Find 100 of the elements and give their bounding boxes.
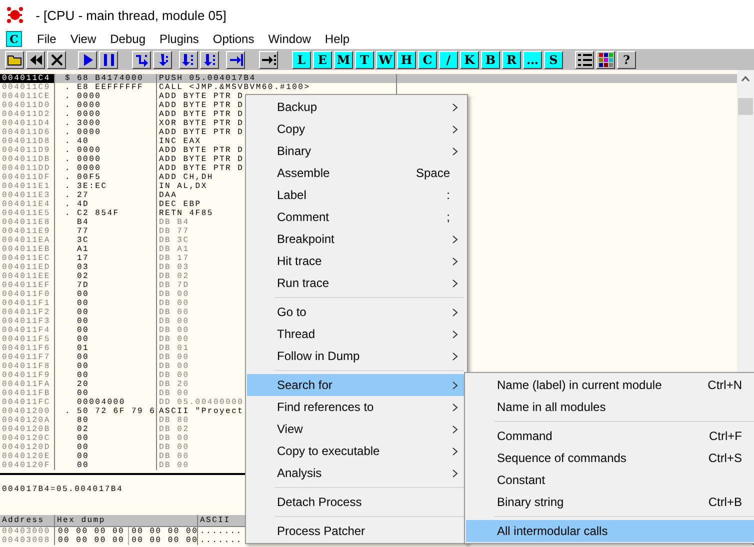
menu-item[interactable]: Name (label) in current module Ctrl+N xyxy=(466,374,754,396)
column-header[interactable]: Address xyxy=(0,515,55,527)
address-cell[interactable]: 004011D0 xyxy=(0,101,55,110)
address-cell[interactable]: 004011E5 xyxy=(0,209,55,218)
step-over-icon[interactable] xyxy=(153,50,172,68)
play-icon[interactable] xyxy=(78,50,97,68)
rewind-icon[interactable] xyxy=(26,50,45,68)
toolbar-button[interactable]: T xyxy=(355,50,374,68)
address-cell[interactable]: 004011DD xyxy=(0,164,55,173)
toolbar-button[interactable]: B xyxy=(481,50,500,68)
address-cell[interactable]: 004011EC xyxy=(0,254,55,263)
address-cell[interactable]: 0040120D xyxy=(0,443,55,452)
menu-item[interactable]: Plugins xyxy=(152,32,206,46)
address-cell[interactable]: 004011DB xyxy=(0,155,55,164)
menu-item[interactable]: Search for xyxy=(247,374,466,396)
close-icon[interactable] xyxy=(47,50,66,68)
address-cell[interactable]: 004011F2 xyxy=(0,308,55,317)
address-cell[interactable]: 004011E9 xyxy=(0,227,55,236)
address-cell[interactable]: 004011F6 xyxy=(0,344,55,353)
toolbar-button[interactable]: / xyxy=(439,50,458,68)
toolbar-button[interactable]: L xyxy=(292,50,311,68)
address-cell[interactable]: 004011EB xyxy=(0,245,55,254)
address-cell[interactable]: 004011D4 xyxy=(0,119,55,128)
address-cell[interactable]: 004011FA xyxy=(0,380,55,389)
row-marker: . xyxy=(65,191,71,200)
address-cell[interactable]: 004011D6 xyxy=(0,128,55,137)
open-folder-icon[interactable] xyxy=(5,50,24,68)
menu-item[interactable]: Help xyxy=(318,32,357,46)
help-button[interactable]: ? xyxy=(617,50,636,68)
address-cell[interactable]: 004011E1 xyxy=(0,182,55,191)
step-into-icon[interactable] xyxy=(132,50,151,68)
menu-item[interactable]: Sequence of commands Ctrl+S xyxy=(466,447,754,469)
toolbar-button[interactable]: M xyxy=(334,50,353,68)
menu-item[interactable]: Detach Process xyxy=(247,491,466,513)
execute-till-return-icon[interactable] xyxy=(226,50,245,68)
menu-item[interactable]: File xyxy=(30,32,64,46)
address-cell[interactable]: 004011D9 xyxy=(0,146,55,155)
hex-cell: 20 xyxy=(77,380,90,389)
toolbar-button[interactable]: R xyxy=(502,50,521,68)
toolbar-button[interactable]: S xyxy=(544,50,563,68)
address-cell[interactable]: 0040120A xyxy=(0,416,55,425)
address-cell[interactable]: 0040120F xyxy=(0,461,55,470)
instruction-cell: PUSH 05.004017B4 xyxy=(157,74,397,83)
menu-item[interactable]: Options xyxy=(206,32,262,46)
address-cell[interactable]: 004011F4 xyxy=(0,326,55,335)
menu-item[interactable]: View xyxy=(63,32,104,46)
animate-over-icon[interactable] xyxy=(200,50,219,68)
palette-icon[interactable] xyxy=(596,50,615,68)
toolbar-button[interactable]: W xyxy=(376,50,395,68)
toolbar-button[interactable]: H xyxy=(397,50,416,68)
address-cell[interactable]: 004011E8 xyxy=(0,218,55,227)
address-cell[interactable]: 004011CE xyxy=(0,92,55,101)
address-cell[interactable]: 00401200 xyxy=(0,407,55,416)
address-cell[interactable]: 004011EF xyxy=(0,281,55,290)
hex-cell: 0000 xyxy=(77,110,102,119)
address-cell[interactable]: 004011F8 xyxy=(0,362,55,371)
menu-item[interactable]: Name in all modules xyxy=(466,396,754,418)
row-marker: . xyxy=(65,164,71,173)
hex-cell: 03 xyxy=(77,263,90,272)
address-cell[interactable]: 004011D2 xyxy=(0,110,55,119)
address-cell[interactable]: 004011EA xyxy=(0,236,55,245)
menu-item[interactable]: Debug xyxy=(103,32,153,46)
address-cell[interactable]: 004011F1 xyxy=(0,299,55,308)
address-cell[interactable]: 004011F5 xyxy=(0,335,55,344)
address-cell[interactable]: 004011DF xyxy=(0,173,55,182)
toolbar-button[interactable]: E xyxy=(313,50,332,68)
menu-item[interactable]: Constant xyxy=(466,469,754,491)
address-cell[interactable]: 004011F3 xyxy=(0,317,55,326)
toolbar-button[interactable]: K xyxy=(460,50,479,68)
pause-icon[interactable] xyxy=(99,50,118,68)
go-to-icon[interactable] xyxy=(259,50,278,68)
hex-cell: 40 xyxy=(77,137,90,146)
address-cell[interactable]: 004011C4 xyxy=(0,74,55,83)
address-cell[interactable]: 0040120B xyxy=(0,425,55,434)
list-icon[interactable] xyxy=(575,50,594,68)
menu-item[interactable]: Binary string Ctrl+B xyxy=(466,491,754,513)
menu-item[interactable]: Window xyxy=(261,32,318,46)
scroll-up-icon[interactable] xyxy=(741,76,750,82)
column-header[interactable]: Hex dump xyxy=(55,515,198,527)
address-cell[interactable]: 004011E3 xyxy=(0,191,55,200)
toolbar-button[interactable]: … xyxy=(523,50,542,68)
address-cell[interactable]: 004011EE xyxy=(0,272,55,281)
hex-cell: 00 xyxy=(77,317,90,326)
menu-item[interactable]: All intermodular calls xyxy=(466,520,754,542)
address-cell[interactable]: 004011ED xyxy=(0,263,55,272)
address-cell[interactable]: 004011F9 xyxy=(0,371,55,380)
address-cell[interactable]: 004011FC xyxy=(0,398,55,407)
address-cell[interactable]: 004011F0 xyxy=(0,290,55,299)
address-cell[interactable]: 004011F7 xyxy=(0,353,55,362)
animate-into-icon[interactable] xyxy=(179,50,198,68)
address-cell[interactable]: 0040120E xyxy=(0,452,55,461)
address-cell[interactable]: 0040120C xyxy=(0,434,55,443)
window-menu-icon[interactable]: C xyxy=(6,31,22,47)
address-cell[interactable]: 004011C9 xyxy=(0,83,55,92)
menu-item[interactable]: Command Ctrl+F xyxy=(466,425,754,447)
toolbar-button[interactable]: C xyxy=(418,50,437,68)
scrollbar-thumb[interactable] xyxy=(738,98,753,115)
address-cell[interactable]: 004011D8 xyxy=(0,137,55,146)
address-cell[interactable]: 004011FB xyxy=(0,389,55,398)
address-cell[interactable]: 004011E4 xyxy=(0,200,55,209)
